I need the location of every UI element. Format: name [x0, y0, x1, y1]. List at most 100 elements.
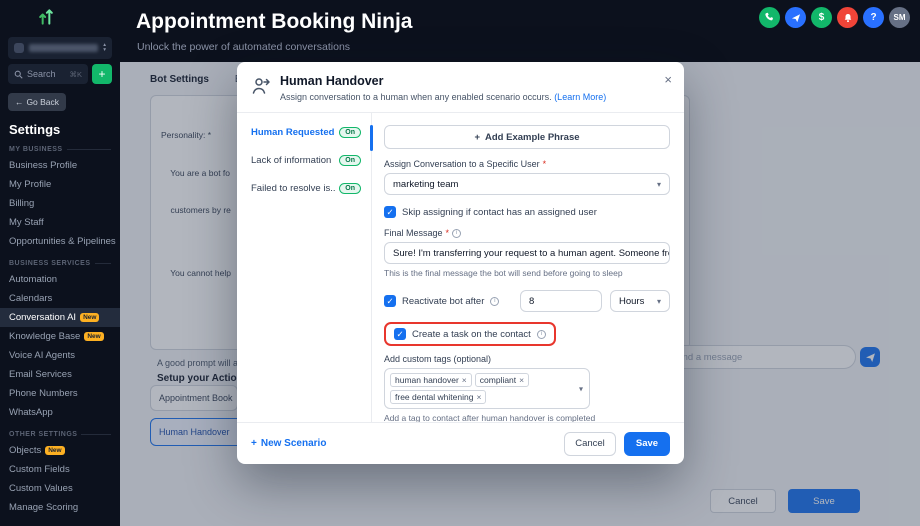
- sidebar-item-my-profile[interactable]: My Profile: [0, 175, 120, 194]
- app-logo-icon: [36, 7, 120, 32]
- account-switcher[interactable]: ▴▾: [8, 37, 112, 59]
- reactivate-bot-checkbox[interactable]: ✓ Reactivate bot after i: [384, 295, 512, 307]
- reactivate-unit-select[interactable]: Hours ▾: [610, 290, 670, 312]
- sidebar-item-label: Calendars: [9, 293, 52, 304]
- assign-user-value: marketing team: [393, 179, 657, 190]
- scenario-toggle-on[interactable]: On: [339, 183, 361, 194]
- check-icon: ✓: [386, 297, 393, 306]
- assign-user-select[interactable]: marketing team ▾: [384, 173, 670, 195]
- chevron-down-icon: ▾: [579, 384, 583, 393]
- go-back-button[interactable]: ← Go Back: [8, 93, 66, 111]
- top-bar: Appointment Booking Ninja Unlock the pow…: [120, 0, 920, 62]
- sidebar-item-billing[interactable]: Billing: [0, 194, 120, 213]
- sidebar-item-custom-fields[interactable]: Custom Fields: [0, 460, 120, 479]
- cancel-button[interactable]: Cancel: [564, 432, 616, 456]
- dollar-icon: $: [819, 12, 825, 23]
- sidebar-item-label: Email Services: [9, 369, 72, 380]
- avatar-initials: SM: [894, 13, 906, 22]
- create-task-checkbox[interactable]: ✓: [394, 328, 406, 340]
- required-asterisk: *: [446, 228, 450, 238]
- page-title: Appointment Booking Ninja: [136, 10, 412, 34]
- rewards-button[interactable]: $: [811, 7, 832, 28]
- final-message-value: Sure! I'm transferring your request to a…: [393, 248, 670, 259]
- tag-label: free dental whitening: [395, 392, 473, 402]
- sidebar-item-calendars[interactable]: Calendars: [0, 289, 120, 308]
- info-icon: i: [537, 330, 546, 339]
- sidebar-item-custom-values[interactable]: Custom Values: [0, 479, 120, 498]
- skip-assigning-label: Skip assigning if contact has an assigne…: [402, 207, 597, 218]
- sidebar-item-manage-scoring[interactable]: Manage Scoring: [0, 498, 120, 517]
- add-button[interactable]: +: [92, 64, 112, 84]
- modal-title: Human Handover: [280, 74, 606, 88]
- scenario-toggle-on[interactable]: On: [339, 127, 361, 138]
- scenario-toggle-on[interactable]: On: [339, 155, 361, 166]
- sidebar-item-objects[interactable]: Objects New: [0, 441, 120, 460]
- sidebar-item-knowledge-base[interactable]: Knowledge BaseNew: [0, 327, 120, 346]
- new-scenario-label: New Scenario: [261, 438, 327, 449]
- sidebar-item-label: My Staff: [9, 217, 44, 228]
- scenario-failed-to-resolve[interactable]: Failed to resolve is... On: [251, 183, 361, 194]
- sidebar-item-label: Manage Scoring: [9, 502, 78, 513]
- avatar[interactable]: SM: [889, 7, 910, 28]
- sidebar-item-my-staff[interactable]: My Staff: [0, 213, 120, 232]
- scenario-divider: [371, 113, 372, 422]
- dialer-button[interactable]: [759, 7, 780, 28]
- required-asterisk: *: [543, 159, 547, 169]
- search-input[interactable]: Search ⌘K: [8, 64, 88, 84]
- final-message-input[interactable]: Sure! I'm transferring your request to a…: [384, 242, 670, 264]
- reactivate-hours-input[interactable]: 8: [520, 290, 602, 312]
- sidebar-item-opportunities-pipelines[interactable]: Opportunities & Pipelines: [0, 232, 120, 251]
- scenario-label: Lack of information: [251, 155, 331, 166]
- skip-assigning-checkbox[interactable]: ✓ Skip assigning if contact has an assig…: [384, 206, 670, 218]
- chevron-down-icon: ▾: [657, 297, 661, 306]
- sidebar-item-email-services[interactable]: Email Services: [0, 365, 120, 384]
- tag-label: compliant: [480, 375, 516, 385]
- custom-tags-input[interactable]: human handover × compliant × free dental…: [384, 368, 590, 409]
- sidebar-item-label: Conversation AI: [9, 312, 76, 323]
- scenario-form: + Add Example Phrase Assign Conversation…: [372, 113, 684, 422]
- scenario-lack-of-information[interactable]: Lack of information On: [251, 155, 361, 166]
- checkbox-checked[interactable]: ✓: [384, 295, 396, 307]
- search-shortcut: ⌘K: [69, 70, 82, 79]
- launchpad-button[interactable]: [785, 7, 806, 28]
- sidebar: ▴▾ Search ⌘K + ← Go Back Settings MY BUS…: [0, 0, 120, 526]
- sidebar-item-conversation-ai[interactable]: Conversation AINew: [0, 308, 120, 327]
- new-badge: New: [45, 446, 64, 456]
- scenario-human-requested[interactable]: Human Requested On: [251, 127, 361, 138]
- learn-more-link[interactable]: (Learn More): [554, 92, 606, 102]
- plus-icon: +: [251, 438, 257, 449]
- rocket-icon: [791, 13, 801, 23]
- page-subtitle: Unlock the power of automated conversati…: [137, 41, 350, 53]
- info-icon: i: [490, 297, 499, 306]
- tag-remove-icon[interactable]: ×: [519, 375, 524, 385]
- modal-subtitle: Assign conversation to a human when any …: [280, 92, 552, 102]
- new-scenario-button[interactable]: + New Scenario: [251, 438, 326, 449]
- notifications-button[interactable]: [837, 7, 858, 28]
- checkbox-checked[interactable]: ✓: [384, 206, 396, 218]
- assign-user-label: Assign Conversation to a Specific User: [384, 159, 540, 169]
- final-message-label: Final Message: [384, 228, 443, 238]
- sidebar-item-business-profile[interactable]: Business Profile: [0, 156, 120, 175]
- sidebar-item-voice-ai-agents[interactable]: Voice AI Agents: [0, 346, 120, 365]
- sidebar-item-automation[interactable]: Automation: [0, 270, 120, 289]
- close-button[interactable]: ×: [664, 72, 672, 87]
- save-button[interactable]: Save: [624, 432, 670, 456]
- check-icon: ✓: [396, 330, 403, 339]
- sidebar-item-whatsapp[interactable]: WhatsApp: [0, 403, 120, 422]
- tag-chip: compliant ×: [475, 373, 529, 387]
- sidebar-item-phone-numbers[interactable]: Phone Numbers: [0, 384, 120, 403]
- arrow-left-icon: ←: [15, 97, 24, 107]
- sidebar-item-label: Objects: [9, 445, 41, 456]
- scenario-label: Failed to resolve is...: [251, 183, 335, 194]
- add-example-phrase-button[interactable]: + Add Example Phrase: [384, 125, 670, 149]
- help-button[interactable]: ?: [863, 7, 884, 28]
- reactivate-unit-value: Hours: [619, 296, 657, 307]
- tag-chip: free dental whitening ×: [390, 390, 486, 404]
- scenario-label: Human Requested: [251, 127, 334, 138]
- annotation-highlight: ✓ Create a task on the contact i: [384, 322, 556, 346]
- go-back-label: Go Back: [26, 97, 59, 107]
- tag-remove-icon[interactable]: ×: [462, 375, 467, 385]
- sidebar-item-label: Billing: [9, 198, 34, 209]
- tag-remove-icon[interactable]: ×: [476, 392, 481, 402]
- info-icon: i: [452, 229, 461, 238]
